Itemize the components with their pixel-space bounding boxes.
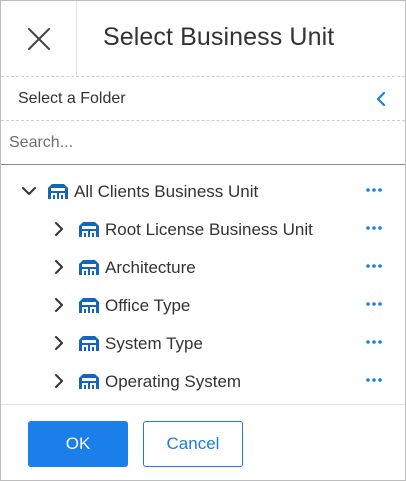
more-options-button[interactable] — [365, 221, 383, 235]
more-options-button[interactable] — [365, 259, 383, 273]
chevron-right-icon — [55, 336, 63, 350]
folder-selector[interactable]: Select a Folder — [1, 76, 405, 121]
more-options-icon — [366, 264, 382, 268]
tree-node-label: System Type — [105, 334, 203, 353]
folder-selector-label: Select a Folder — [18, 90, 126, 107]
business-unit-icon — [79, 374, 99, 389]
more-options-icon — [366, 302, 382, 306]
tree-node-child[interactable]: Architecture — [1, 249, 405, 285]
dialog-footer: OK Cancel — [1, 404, 405, 480]
dialog-header: Select Business Unit — [1, 1, 405, 76]
more-options-icon — [366, 188, 382, 192]
business-unit-icon — [79, 336, 99, 351]
cancel-button[interactable]: Cancel — [143, 421, 243, 467]
search-input[interactable] — [1, 121, 405, 164]
more-options-icon — [366, 340, 382, 344]
tree-node-label: Office Type — [105, 296, 191, 315]
more-options-icon — [366, 378, 382, 382]
chevron-right-icon — [55, 222, 63, 236]
tree-node-label: All Clients Business Unit — [74, 182, 259, 201]
tree-node-root[interactable]: All Clients Business Unit — [1, 173, 405, 209]
more-options-icon — [366, 226, 382, 230]
chevron-left-icon — [376, 92, 386, 106]
business-unit-icon — [48, 184, 68, 199]
expand-toggle[interactable] — [51, 221, 67, 237]
business-unit-icon — [79, 260, 99, 275]
ok-button[interactable]: OK — [28, 421, 128, 467]
folder-back-button[interactable] — [371, 89, 391, 109]
expand-toggle[interactable] — [51, 335, 67, 351]
business-unit-icon — [79, 298, 99, 313]
tree-node-label: Operating System — [105, 372, 242, 391]
select-business-unit-dialog: Select Business Unit Select a Folder Sea… — [0, 0, 406, 481]
close-button[interactable] — [1, 1, 77, 76]
expand-toggle[interactable] — [51, 259, 67, 275]
search-box — [1, 121, 405, 165]
expand-toggle[interactable] — [21, 183, 37, 199]
expand-toggle[interactable] — [51, 373, 67, 389]
more-options-button[interactable] — [365, 335, 383, 349]
tree-node-label: Architecture — [105, 258, 196, 277]
tree-node-child[interactable]: Operating System — [1, 363, 405, 399]
business-unit-icon — [79, 222, 99, 237]
business-unit-tree: All Clients Business Unit Root License B… — [1, 173, 405, 403]
tree-node-child[interactable]: System Type — [1, 325, 405, 361]
chevron-down-icon — [22, 187, 36, 195]
tree-node-child[interactable]: Root License Business Unit — [1, 211, 405, 247]
chevron-right-icon — [55, 298, 63, 312]
dialog-title: Select Business Unit — [103, 23, 335, 51]
expand-toggle[interactable] — [51, 297, 67, 313]
tree-node-label: Root License Business Unit — [105, 220, 313, 239]
chevron-right-icon — [55, 260, 63, 274]
chevron-right-icon — [55, 374, 63, 388]
more-options-button[interactable] — [365, 373, 383, 387]
more-options-button[interactable] — [365, 183, 383, 197]
more-options-button[interactable] — [365, 297, 383, 311]
tree-node-child[interactable]: Office Type — [1, 287, 405, 323]
close-icon — [27, 27, 50, 50]
